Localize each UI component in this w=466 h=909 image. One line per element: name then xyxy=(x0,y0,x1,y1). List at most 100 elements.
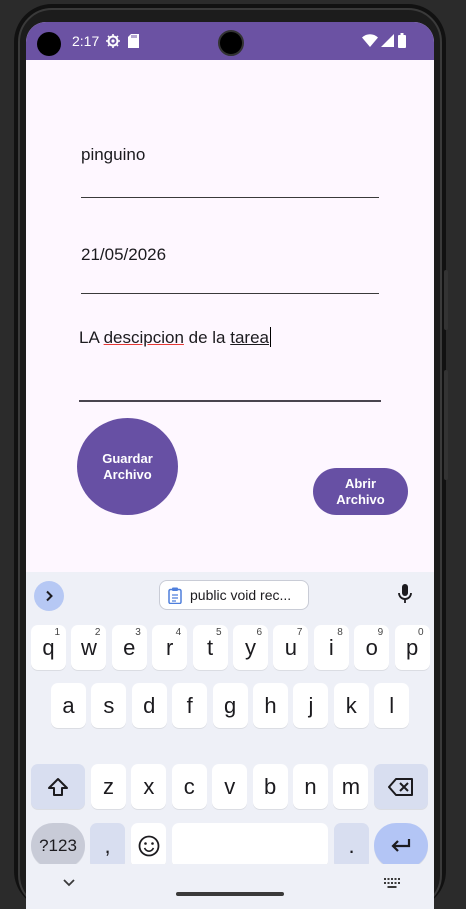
open-file-button[interactable]: Abrir Archivo xyxy=(313,468,408,515)
date-field-value[interactable]: 21/05/2026 xyxy=(81,245,166,265)
status-bar: 2:17 xyxy=(26,22,434,60)
key-j-label: j xyxy=(308,692,314,718)
key-t-hint: 5 xyxy=(216,627,222,638)
key-u-label: u xyxy=(284,634,298,660)
key-l[interactable]: l xyxy=(374,683,410,728)
name-field-underline xyxy=(81,197,379,198)
key-u-hint: 7 xyxy=(296,627,303,638)
key-i-label: i xyxy=(328,634,334,660)
key-h[interactable]: h xyxy=(253,683,288,728)
key-y[interactable]: y6 xyxy=(233,625,268,670)
key-b[interactable]: b xyxy=(252,764,288,809)
key-o-hint: 9 xyxy=(377,627,384,638)
clipboard-suggestion-text: public void rec... xyxy=(190,587,292,603)
backspace-key[interactable] xyxy=(374,764,428,809)
comma-key[interactable]: , xyxy=(90,823,125,868)
key-k[interactable]: k xyxy=(333,683,369,728)
hide-keyboard-chevron-icon[interactable] xyxy=(63,879,75,887)
key-p-hint: 0 xyxy=(418,627,424,638)
keyboard-toolbar-toggle[interactable] xyxy=(34,581,64,611)
key-w-hint: 2 xyxy=(94,627,101,638)
chevron-right-icon xyxy=(46,590,53,602)
key-f[interactable]: f xyxy=(172,683,208,728)
key-c-label: c xyxy=(183,773,195,799)
home-gesture-pill[interactable] xyxy=(176,892,284,896)
key-p-label: p xyxy=(405,634,419,660)
key-q-label: q xyxy=(42,634,55,660)
emoji-icon xyxy=(138,835,159,856)
key-c[interactable]: c xyxy=(171,764,207,809)
key-e[interactable]: e3 xyxy=(111,625,147,670)
save-file-button[interactable]: Guardar Archivo xyxy=(77,418,178,515)
date-field-underline xyxy=(81,293,379,294)
key-t[interactable]: t5 xyxy=(192,625,228,670)
power-button xyxy=(444,370,448,480)
key-f-label: f xyxy=(186,692,193,718)
shift-icon xyxy=(48,777,68,796)
period-key[interactable]: . xyxy=(334,823,369,868)
key-v[interactable]: v xyxy=(212,764,248,809)
key-b-label: b xyxy=(263,773,277,799)
clipboard-suggestion-chip[interactable]: public void rec... xyxy=(159,580,309,610)
key-u[interactable]: u7 xyxy=(273,625,309,670)
clipboard-icon xyxy=(168,587,182,604)
desc-misspelled-word[interactable]: descipcion xyxy=(104,328,184,347)
key-q[interactable]: q1 xyxy=(31,625,66,670)
enter-key[interactable] xyxy=(374,823,428,868)
name-field-value[interactable]: pinguino xyxy=(81,145,145,165)
key-m-label: m xyxy=(341,773,361,799)
key-n-label: n xyxy=(304,773,317,799)
space-key[interactable] xyxy=(172,823,328,868)
app-screen: 2:17 pinguino 21/05/2026 LA descipcion d… xyxy=(26,22,434,909)
key-q-hint: 1 xyxy=(54,627,60,638)
backspace-icon xyxy=(388,777,413,796)
key-n[interactable]: n xyxy=(293,764,328,809)
emoji-key[interactable] xyxy=(131,823,166,868)
key-m[interactable]: m xyxy=(333,764,369,809)
key-d-label: d xyxy=(143,692,156,718)
key-a-label: a xyxy=(62,692,75,718)
key-i[interactable]: i8 xyxy=(313,625,349,670)
key-z[interactable]: z xyxy=(91,764,126,809)
key-r-hint: 4 xyxy=(175,627,182,638)
key-x[interactable]: x xyxy=(131,764,167,809)
key-d[interactable]: d xyxy=(131,683,167,728)
key-y-label: y xyxy=(245,634,256,660)
key-e-hint: 3 xyxy=(135,627,141,638)
key-t-label: t xyxy=(207,634,214,660)
key-r[interactable]: r4 xyxy=(152,625,188,670)
key-o[interactable]: o9 xyxy=(354,625,390,670)
key-y-hint: 6 xyxy=(256,627,262,638)
key-w-label: w xyxy=(80,634,97,660)
keyboard-switch-icon[interactable] xyxy=(384,878,400,888)
volume-button xyxy=(444,270,448,330)
key-j[interactable]: j xyxy=(293,683,329,728)
front-camera-left xyxy=(37,32,61,56)
key-s-label: s xyxy=(103,692,115,718)
description-field-underline xyxy=(79,400,381,402)
key-x-label: x xyxy=(143,773,155,799)
desc-middle: de la xyxy=(183,328,231,347)
microphone-icon[interactable] xyxy=(398,584,412,604)
key-e-label: e xyxy=(123,634,136,660)
key-h-label: h xyxy=(264,692,277,718)
key-w[interactable]: w2 xyxy=(71,625,107,670)
key-r-label: r xyxy=(166,634,174,660)
status-time: 2:17 xyxy=(72,33,100,49)
signal-icon xyxy=(381,34,394,47)
key-s[interactable]: s xyxy=(91,683,127,728)
key-g-label: g xyxy=(223,692,237,718)
description-field-value[interactable]: LA descipcion de la tarea xyxy=(79,327,272,348)
settings-gear-icon xyxy=(106,34,120,48)
key-g[interactable]: g xyxy=(212,683,248,728)
key-o-label: o xyxy=(365,634,378,660)
navigation-bar xyxy=(26,864,434,909)
key-l-label: l xyxy=(389,692,395,718)
desc-last-word: tarea xyxy=(230,328,269,347)
symbols-key[interactable]: ?123 xyxy=(31,823,85,868)
key-p[interactable]: p0 xyxy=(394,625,430,670)
front-camera-center xyxy=(218,30,244,56)
key-k-label: k xyxy=(345,692,357,718)
key-a[interactable]: a xyxy=(51,683,86,728)
shift-key[interactable] xyxy=(31,764,85,809)
